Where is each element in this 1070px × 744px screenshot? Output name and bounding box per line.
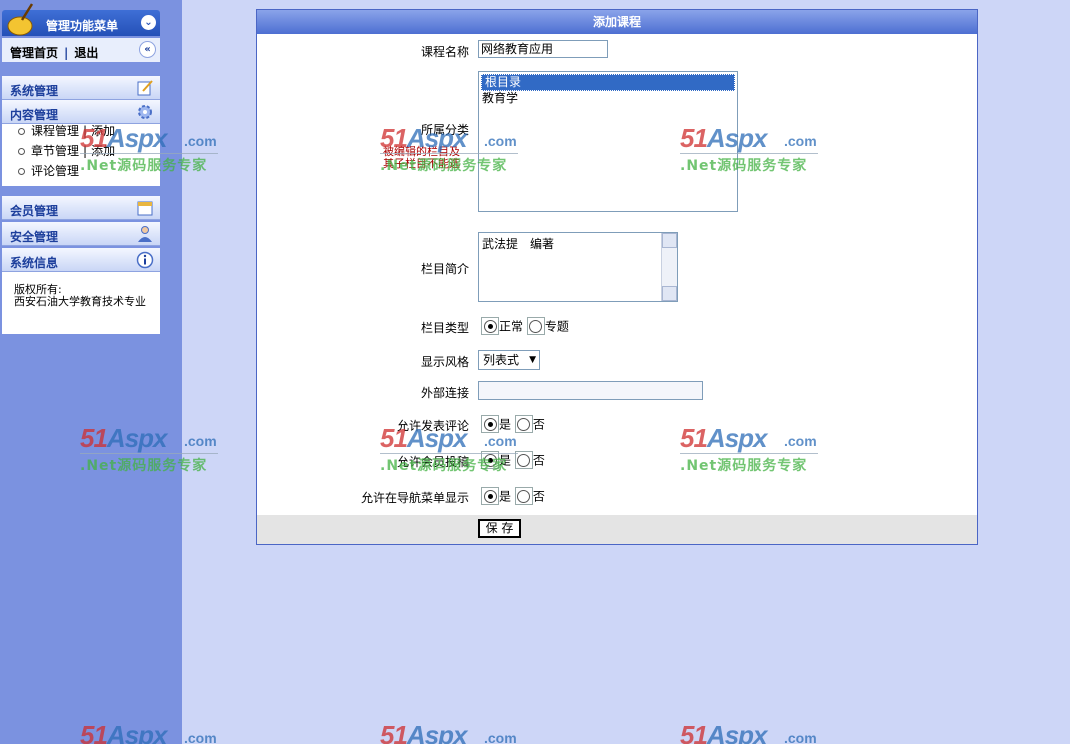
allow-comment-no-radio[interactable] (514, 415, 533, 433)
list-item: 章节管理 | 添加 (18, 142, 115, 160)
nav-display-radio-group: 是 否 (481, 487, 545, 505)
bullet-icon (18, 168, 25, 175)
radio-dot-icon (517, 454, 531, 467)
item-separator: | (83, 144, 88, 158)
edit-icon (137, 80, 153, 96)
intro-label: 栏目简介 (420, 262, 469, 276)
allow-submit-yes-label: 是 (499, 453, 512, 468)
home-link[interactable]: 管理首页 (10, 46, 58, 60)
scrollbar[interactable] (661, 233, 677, 301)
allow-comment-radio-group: 是 否 (481, 415, 545, 433)
allow-submit-no-radio[interactable] (514, 451, 533, 469)
sidebar-section-members[interactable]: 会员管理 (2, 196, 160, 220)
user-icon (138, 226, 152, 242)
sidebar-section-label: 会员管理 (10, 204, 59, 218)
course-name-label: 课程名称 (420, 45, 469, 59)
external-link-input[interactable] (478, 381, 703, 400)
radio-dot-icon (517, 418, 531, 431)
intro-textarea[interactable]: 武法提 编著 (478, 232, 678, 302)
bullet-icon (18, 148, 25, 155)
radio-dot-icon (483, 454, 497, 467)
radio-dot-icon (483, 418, 497, 431)
broom-icon (7, 3, 34, 36)
sidebar-section-sysinfo[interactable]: 系统信息 (2, 248, 160, 272)
chapter-add-link[interactable]: 添加 (91, 144, 115, 158)
sysinfo-panel: 版权所有: 西安石油大学教育技术专业 (2, 272, 160, 334)
sidebar-section-label: 系统信息 (10, 256, 59, 270)
list-item: 评论管理 (18, 162, 79, 180)
nav-display-yes-label: 是 (499, 489, 512, 504)
radio-dot-icon (483, 490, 497, 503)
item-separator: | (83, 124, 88, 138)
chapter-manage-link[interactable]: 章节管理 (31, 144, 79, 158)
course-add-link[interactable]: 添加 (91, 124, 115, 138)
home-separator: | (64, 46, 69, 60)
style-value: 列表式 (483, 353, 520, 367)
external-link-label: 外部连接 (420, 386, 469, 400)
watermark-logo: 51Aspx .com (380, 720, 517, 744)
sidebar-section-label: 安全管理 (10, 230, 59, 244)
form-title: 添加课程 (257, 10, 977, 34)
allow-comment-label: 允许发表评论 (396, 419, 469, 433)
category-note: 被编辑的栏目及 其子栏目不能选 (383, 146, 460, 170)
style-label: 显示风格 (420, 355, 469, 369)
logout-link[interactable]: 退出 (74, 46, 98, 60)
calendar-icon (137, 201, 153, 216)
menu-title: 管理功能菜单 ⌄ (2, 3, 160, 36)
allow-submit-no-label: 否 (532, 453, 545, 468)
category-option[interactable]: 教育学 (479, 91, 737, 106)
sidebar-section-label: 内容管理 (10, 108, 59, 122)
form-footer: 保 存 (257, 515, 977, 544)
style-select[interactable]: 列表式 ▼ (478, 350, 540, 370)
collapse-all-icon[interactable]: ⌄ (141, 15, 156, 30)
list-item: 课程管理 | 添加 (18, 122, 115, 140)
bullet-icon (18, 128, 25, 135)
type-special-radio[interactable] (526, 317, 545, 335)
nav-display-label: 允许在导航菜单显示 (360, 491, 469, 505)
category-option[interactable]: 根目录 (481, 74, 735, 91)
intro-text: 武法提 编著 (482, 237, 555, 251)
home-row: 管理首页 | 退出 « (2, 38, 160, 62)
add-course-form: 添加课程 课程名称 网络教育应用 所属分类 被编辑的栏目及 其子栏目不能选 根目… (256, 9, 978, 545)
course-name-input[interactable]: 网络教育应用 (478, 40, 608, 58)
radio-dot-icon (483, 320, 497, 333)
scroll-down-icon[interactable] (662, 286, 677, 301)
nav-display-no-label: 否 (532, 489, 545, 504)
course-manage-link[interactable]: 课程管理 (31, 124, 79, 138)
menu-title-text: 管理功能菜单 (46, 19, 119, 33)
gear-icon (138, 105, 152, 119)
info-icon (136, 251, 154, 269)
radio-dot-icon (529, 320, 543, 333)
sidebar-section-label: 系统管理 (10, 84, 59, 98)
chevron-down-icon: ▼ (529, 355, 536, 365)
sidebar-section-content[interactable]: 内容管理 (2, 100, 160, 124)
allow-comment-no-label: 否 (532, 417, 545, 432)
content-submenu: 课程管理 | 添加 章节管理 | 添加 评论管理 (2, 124, 160, 186)
category-listbox[interactable]: 根目录 教育学 (478, 71, 738, 212)
nav-display-no-radio[interactable] (514, 487, 533, 505)
save-button[interactable]: 保 存 (478, 519, 521, 538)
category-note-line: 其子栏目不能选 (383, 157, 460, 170)
sidebar: 管理功能菜单 ⌄ 管理首页 | 退出 « 系统管理 内容管理 课程管理 | 添加 章节管… (0, 0, 182, 744)
allow-comment-yes-radio[interactable] (481, 415, 499, 433)
type-normal-label: 正常 (499, 319, 524, 334)
allow-comment-yes-label: 是 (499, 417, 512, 432)
allow-submit-radio-group: 是 否 (481, 451, 545, 469)
type-label: 栏目类型 (420, 321, 469, 335)
sidebar-section-system[interactable]: 系统管理 (2, 76, 160, 100)
watermark-logo: 51Aspx .com (680, 720, 817, 744)
allow-submit-yes-radio[interactable] (481, 451, 499, 469)
type-normal-radio[interactable] (481, 317, 499, 335)
allow-submit-label: 允许会员投稿 (396, 455, 469, 469)
radio-dot-icon (517, 490, 531, 503)
type-special-label: 专题 (544, 319, 569, 334)
copyright-owner: 西安石油大学教育技术专业 (14, 295, 146, 308)
type-radio-group: 正常 专题 (481, 317, 569, 335)
sidebar-section-security[interactable]: 安全管理 (2, 222, 160, 246)
scroll-up-icon[interactable] (662, 233, 677, 248)
nav-display-yes-radio[interactable] (481, 487, 499, 505)
category-label: 所属分类 (420, 123, 469, 137)
collapse-sidebar-icon[interactable]: « (139, 41, 156, 58)
comment-manage-link[interactable]: 评论管理 (31, 164, 79, 178)
